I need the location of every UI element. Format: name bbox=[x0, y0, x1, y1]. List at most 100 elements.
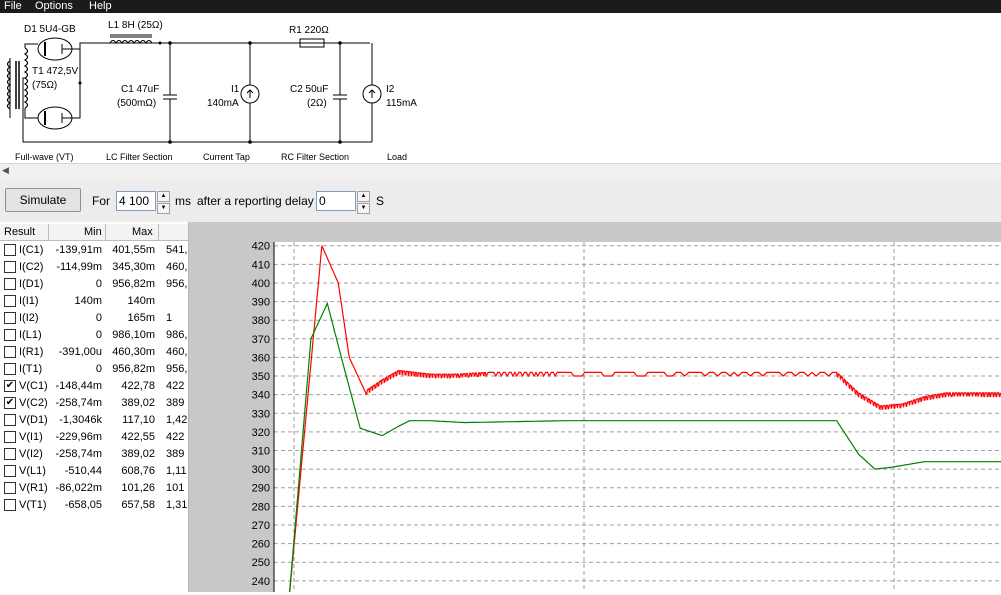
result-name: I(D1) bbox=[19, 278, 44, 290]
result-max: 986,10m bbox=[112, 329, 155, 341]
result-checkbox[interactable] bbox=[4, 482, 16, 494]
section-lc-filter: LC Filter Section bbox=[106, 152, 173, 162]
i1-value: 140mA bbox=[207, 98, 239, 109]
spin-down-icon[interactable]: ▼ bbox=[357, 203, 370, 214]
result-row[interactable]: ✔ V(C2) -258,74m 389,02 389 bbox=[0, 395, 188, 412]
result-extra: 1,31 bbox=[166, 499, 188, 511]
delay-spinner[interactable]: ▲ ▼ bbox=[357, 191, 370, 214]
delay-input[interactable]: 0 bbox=[316, 191, 356, 211]
result-max: 389,02 bbox=[121, 397, 155, 409]
y-tick-label: 320 bbox=[252, 427, 270, 439]
result-checkbox[interactable] bbox=[4, 346, 16, 358]
result-min: -148,44m bbox=[55, 380, 102, 392]
result-checkbox[interactable] bbox=[4, 329, 16, 341]
duration-spinner[interactable]: ▲ ▼ bbox=[157, 191, 170, 214]
result-max: 117,10 bbox=[122, 414, 155, 426]
menu-options[interactable]: Options bbox=[35, 0, 73, 12]
y-tick-label: 330 bbox=[252, 408, 270, 420]
y-tick-label: 420 bbox=[252, 241, 270, 253]
result-checkbox[interactable] bbox=[4, 278, 16, 290]
y-tick-label: 280 bbox=[252, 501, 270, 513]
menu-bar: File Options Help bbox=[0, 0, 1001, 13]
result-extra: 460, bbox=[166, 261, 188, 273]
result-extra: 1,11 bbox=[166, 465, 187, 477]
results-table: Result Min Max I(C1) -139,91m 401,55m 541, I… bbox=[0, 222, 189, 592]
result-row[interactable]: V(I2) -258,74m 389,02 389 bbox=[0, 446, 188, 463]
result-min: -510,44 bbox=[64, 465, 102, 477]
y-tick-label: 400 bbox=[252, 278, 270, 290]
section-load: Load bbox=[387, 152, 407, 162]
result-row[interactable]: I(C1) -139,91m 401,55m 541, bbox=[0, 242, 188, 259]
result-min: 0 bbox=[95, 329, 102, 341]
col-max[interactable]: Max bbox=[132, 226, 153, 238]
simulate-button[interactable]: Simulate bbox=[5, 188, 81, 212]
spin-up-icon[interactable]: ▲ bbox=[157, 191, 170, 202]
result-row[interactable]: V(D1) -1,3046k 117,10 1,42 bbox=[0, 412, 188, 429]
circuit-diagram: D1 5U4-GB T1 472,5V (75Ω) L1 8H (25Ω) R1… bbox=[6, 20, 417, 162]
result-checkbox[interactable] bbox=[4, 499, 16, 511]
result-name: V(I2) bbox=[19, 448, 43, 460]
result-min: -258,74m bbox=[55, 448, 102, 460]
spin-up-icon[interactable]: ▲ bbox=[357, 191, 370, 202]
duration-input[interactable]: 4 100 bbox=[116, 191, 156, 211]
result-checkbox[interactable] bbox=[4, 414, 16, 426]
result-row[interactable]: I(R1) -391,00u 460,30m 460, bbox=[0, 344, 188, 361]
result-extra: 389 bbox=[166, 448, 185, 460]
result-min: 0 bbox=[95, 363, 102, 375]
result-row[interactable]: I(T1) 0 956,82m 956, bbox=[0, 361, 188, 378]
col-min[interactable]: Min bbox=[84, 226, 102, 238]
schematic-scrollbar[interactable]: ◀ bbox=[0, 163, 1001, 181]
result-extra: 541, bbox=[166, 244, 188, 256]
y-tick-label: 300 bbox=[252, 464, 270, 476]
result-checkbox[interactable] bbox=[4, 244, 16, 256]
result-row[interactable]: I(D1) 0 956,82m 956, bbox=[0, 276, 188, 293]
result-row[interactable]: I(C2) -114,99m 345,30m 460, bbox=[0, 259, 188, 276]
result-extra: 1,42 bbox=[166, 414, 188, 426]
y-tick-label: 380 bbox=[252, 315, 270, 327]
result-checkbox[interactable] bbox=[4, 431, 16, 443]
y-tick-label: 360 bbox=[252, 352, 270, 364]
result-row[interactable]: I(I1) 140m 140m bbox=[0, 293, 188, 310]
result-row[interactable]: V(L1) -510,44 608,76 1,11 bbox=[0, 463, 188, 480]
result-row[interactable]: V(R1) -86,022m 101,26 101 bbox=[0, 480, 188, 497]
result-max: 956,82m bbox=[112, 363, 155, 375]
result-extra: 460, bbox=[166, 346, 188, 358]
result-max: 389,02 bbox=[121, 448, 155, 460]
result-checkbox[interactable]: ✔ bbox=[4, 380, 16, 392]
result-min: -114,99m bbox=[56, 261, 102, 273]
result-checkbox[interactable] bbox=[4, 261, 16, 273]
result-row[interactable]: I(I2) 0 165m 1 bbox=[0, 310, 188, 327]
menu-file[interactable]: File bbox=[4, 0, 22, 12]
result-checkbox[interactable] bbox=[4, 312, 16, 324]
i2-value: 115mA bbox=[386, 98, 417, 109]
l1-label: L1 8H (25Ω) bbox=[108, 20, 163, 31]
d1-label: D1 5U4-GB bbox=[24, 24, 76, 35]
voltage-chart: 420 410 400 390 380 370 360 350 340 330 320 310 300 2… bbox=[252, 241, 1001, 595]
result-row[interactable]: ✔ V(C1) -148,44m 422,78 422 bbox=[0, 378, 188, 395]
scroll-left-icon[interactable]: ◀ bbox=[2, 165, 9, 176]
result-checkbox[interactable] bbox=[4, 448, 16, 460]
result-checkbox[interactable]: ✔ bbox=[4, 397, 16, 409]
y-tick-label: 270 bbox=[252, 520, 270, 532]
result-name: I(L1) bbox=[19, 329, 42, 341]
result-row[interactable]: I(L1) 0 986,10m 986, bbox=[0, 327, 188, 344]
result-row[interactable]: V(I1) -229,96m 422,55 422 bbox=[0, 429, 188, 446]
c1-esr: (500mΩ) bbox=[117, 98, 156, 109]
result-min: -258,74m bbox=[55, 397, 102, 409]
r1-label: R1 220Ω bbox=[289, 25, 329, 36]
result-checkbox[interactable] bbox=[4, 465, 16, 477]
result-checkbox[interactable] bbox=[4, 363, 16, 375]
s-unit-label: S bbox=[376, 194, 385, 208]
col-result[interactable]: Result bbox=[4, 226, 35, 238]
menu-help[interactable]: Help bbox=[89, 0, 112, 12]
result-extra: 986, bbox=[166, 329, 188, 341]
result-max: 140m bbox=[127, 295, 155, 307]
result-row[interactable]: V(T1) -658,05 657,58 1,31 bbox=[0, 497, 188, 514]
result-max: 422,78 bbox=[121, 380, 155, 392]
simulation-toolbar: Simulate For 4 100 ▲ ▼ ms after a report… bbox=[0, 180, 1001, 222]
result-checkbox[interactable] bbox=[4, 295, 16, 307]
result-max: 657,58 bbox=[121, 499, 155, 511]
result-name: I(I1) bbox=[19, 295, 39, 307]
result-extra: 101 bbox=[166, 482, 185, 494]
spin-down-icon[interactable]: ▼ bbox=[157, 203, 170, 214]
